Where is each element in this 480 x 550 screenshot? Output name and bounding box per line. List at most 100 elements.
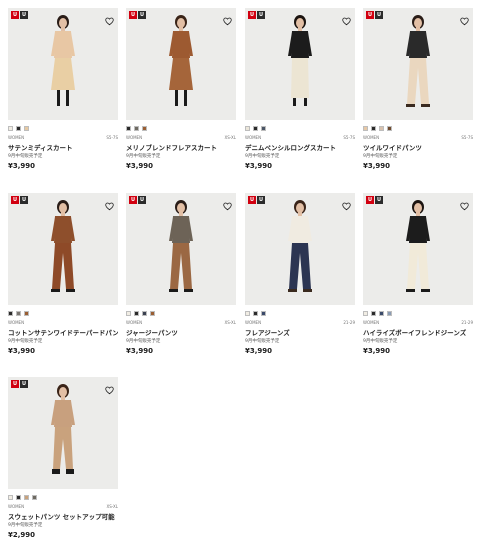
model-photo [169,200,193,292]
product-image[interactable]: UU [8,8,118,120]
color-swatch[interactable] [387,311,392,316]
product-image[interactable]: UU [363,8,473,120]
heart-icon[interactable] [460,196,469,211]
color-swatches [245,126,355,131]
model-photo [51,200,75,292]
product-price: ¥3,990 [363,347,391,355]
product-card[interactable]: UU WOMEN 21-29 ハイライズボーイフレンドジーンズ 9月中旬販売予定… [363,193,473,356]
model-photo [406,200,430,292]
product-card[interactable]: UU WOMEN XS-XL スウェットパンツ セットアップ可能 9月中旬販売予… [8,377,118,540]
color-swatch[interactable] [134,311,139,316]
color-swatch[interactable] [8,126,13,131]
color-swatches [126,311,236,316]
product-name[interactable]: ツイルワイドパンツ [363,144,473,152]
color-swatch[interactable] [126,311,131,316]
color-swatch[interactable] [8,311,13,316]
color-swatch[interactable] [363,311,368,316]
product-name[interactable]: フレアジーンズ [245,329,355,337]
color-swatch[interactable] [253,126,258,131]
color-swatch[interactable] [32,495,37,500]
product-price: ¥2,990 [8,531,36,539]
color-swatches [363,311,473,316]
color-swatch[interactable] [142,126,147,131]
gender-label: WOMEN [126,135,143,140]
color-swatches [8,311,118,316]
color-swatch[interactable] [245,126,250,131]
brand-logo: UU [129,11,146,19]
color-swatch[interactable] [16,126,21,131]
color-swatch[interactable] [24,126,29,131]
color-swatch[interactable] [371,126,376,131]
heart-icon[interactable] [105,196,114,211]
gender-label: WOMEN [8,135,25,140]
gender-label: WOMEN [8,504,25,509]
color-swatch[interactable] [24,311,29,316]
product-price: ¥3,990 [363,162,391,170]
heart-icon[interactable] [223,11,232,26]
brand-logo: UU [366,196,383,204]
product-image[interactable]: UU [363,193,473,305]
size-range: S5-7S [461,135,473,140]
product-name[interactable]: メリノブレンドフレアスカート [126,144,236,152]
heart-icon[interactable] [342,196,351,211]
product-name[interactable]: ハイライズボーイフレンドジーンズ [363,329,473,337]
heart-icon[interactable] [105,11,114,26]
color-swatch[interactable] [379,311,384,316]
product-image[interactable]: UU [8,193,118,305]
product-name[interactable]: ジャージーパンツ [126,329,236,337]
gender-label: WOMEN [245,135,262,140]
product-image[interactable]: UU [126,193,236,305]
color-swatches [245,311,355,316]
color-swatch[interactable] [253,311,258,316]
color-swatch[interactable] [16,311,21,316]
heart-icon[interactable] [223,196,232,211]
product-price: ¥3,990 [245,347,273,355]
color-swatch[interactable] [8,495,13,500]
color-swatch[interactable] [24,495,29,500]
release-note: 9月中旬販売予定 [8,154,43,159]
color-swatch[interactable] [142,311,147,316]
color-swatches [8,495,118,500]
color-swatch[interactable] [363,126,368,131]
product-name[interactable]: デニムペンシルロングスカート [245,144,355,152]
product-image[interactable]: UU [245,8,355,120]
model-photo [51,384,75,474]
product-card[interactable]: UU WOMEN XS-XL メリノブレンドフレアスカート 9月中旬販売予定 ¥… [126,8,236,171]
product-price: ¥3,990 [8,162,36,170]
color-swatch[interactable] [245,311,250,316]
size-range: XS-XL [106,504,119,509]
product-card[interactable]: UU WOMEN S5-7S ツイルワイドパンツ 9月中旬販売予定 ¥3,990 [363,8,473,171]
product-name[interactable]: スウェットパンツ セットアップ可能 [8,513,118,521]
product-image[interactable]: UU [126,8,236,120]
color-swatch[interactable] [387,126,392,131]
product-name[interactable]: サテンミディスカート [8,144,118,152]
color-swatch[interactable] [261,311,266,316]
brand-logo: UU [11,380,28,388]
gender-label: WOMEN [8,320,25,325]
heart-icon[interactable] [460,11,469,26]
gender-label: WOMEN [126,320,143,325]
color-swatch[interactable] [261,126,266,131]
heart-icon[interactable] [342,11,351,26]
product-price: ¥3,990 [126,162,154,170]
size-range: 21-29 [461,320,473,325]
color-swatch[interactable] [126,126,131,131]
product-card[interactable]: UU WOMEN XS-XL ジャージーパンツ 9月中旬販売予定 ¥3,990 [126,193,236,356]
product-image[interactable]: UU [8,377,118,489]
product-price: ¥3,990 [126,347,154,355]
heart-icon[interactable] [105,380,114,395]
product-card[interactable]: UU WOMEN コットンサテンワイドテーパードパンツ 9月中旬販売予定 ¥3,… [8,193,118,356]
product-image[interactable]: UU [245,193,355,305]
color-swatch[interactable] [371,311,376,316]
color-swatch[interactable] [134,126,139,131]
product-card[interactable]: UU WOMEN 21-29 フレアジーンズ 9月中旬販売予定 ¥3,990 [245,193,355,356]
color-swatch[interactable] [16,495,21,500]
product-name[interactable]: コットンサテンワイドテーパードパンツ [8,329,118,337]
brand-logo: UU [129,196,146,204]
product-card[interactable]: UU WOMEN S5-7S デニムペンシルロングスカート 9月中旬販売予定 ¥… [245,8,355,171]
product-card[interactable]: UU WOMEN S5-7S サテンミディスカート 9月中旬販売予定 ¥3,99… [8,8,118,171]
brand-logo: UU [366,11,383,19]
model-photo [288,200,312,292]
color-swatch[interactable] [379,126,384,131]
color-swatch[interactable] [150,311,155,316]
